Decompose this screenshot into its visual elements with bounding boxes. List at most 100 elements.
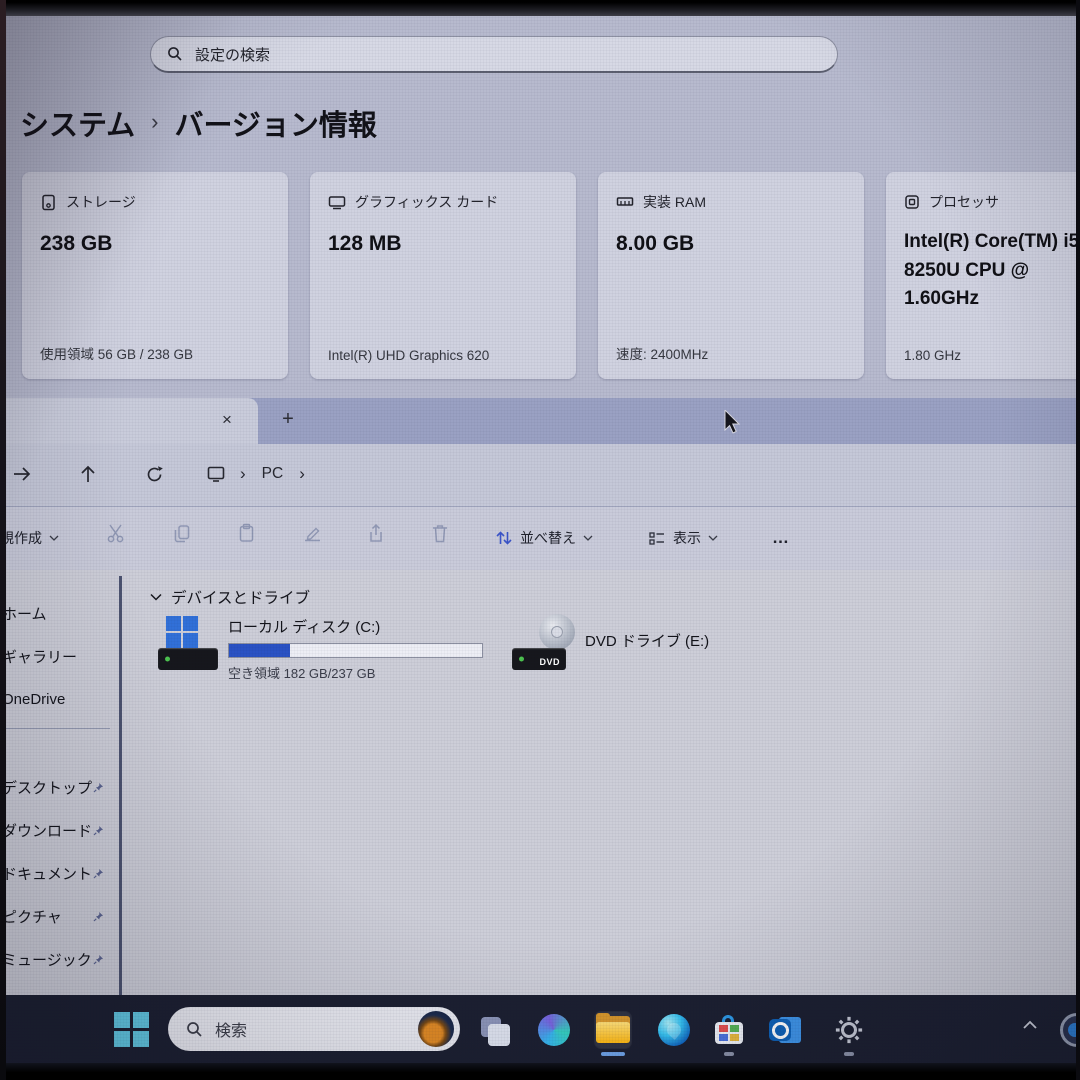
mouse-cursor: [724, 410, 741, 435]
dvd-drive-e-item[interactable]: DVD DVD ドライブ (E:): [507, 612, 727, 678]
file-explorer-active-indicator: [601, 1052, 625, 1056]
taskbar-search[interactable]: 検索: [168, 1007, 460, 1051]
storage-value: 238 GB: [40, 228, 270, 260]
sidebar-item-gallery[interactable]: ギャラリー: [2, 639, 118, 673]
forward-button[interactable]: [6, 458, 38, 490]
view-label: 表示: [673, 528, 701, 548]
new-button-label: 新規作成: [0, 528, 42, 548]
more-icon: …: [772, 528, 789, 548]
gpu-value: 128 MB: [328, 228, 558, 260]
drive-name: ローカル ディスク (C:): [228, 616, 483, 637]
card-title: ストレージ: [66, 192, 136, 212]
rename-icon: [302, 523, 323, 543]
card-title: 実装 RAM: [643, 192, 706, 212]
rename-button[interactable]: [300, 521, 324, 545]
cpu-footer: 1.80 GHz: [904, 348, 961, 363]
tab-close-icon[interactable]: ×: [214, 407, 240, 433]
ram-value: 8.00 GB: [616, 228, 846, 260]
free-space-label: 空き領域 182 GB/237 GB: [228, 663, 483, 682]
new-tab-button[interactable]: +: [274, 406, 302, 434]
dvd-badge: DVD: [539, 657, 560, 667]
explorer-toolbar: 新規作成: [0, 507, 1080, 570]
sidebar-item-onedrive[interactable]: OneDrive: [2, 682, 118, 716]
gear-icon: [834, 1015, 864, 1045]
sidebar-item-music[interactable]: ミュージック: [2, 942, 118, 976]
address-pc[interactable]: PC: [262, 465, 284, 483]
refresh-button[interactable]: [138, 458, 170, 490]
paste-icon: [237, 523, 256, 544]
breadcrumb-chevron-icon: ›: [240, 464, 246, 484]
explorer-main-pane: デバイスとドライブ ローカル ディスク (C:): [122, 570, 1080, 995]
more-button[interactable]: …: [772, 521, 789, 555]
ram-footer: 速度: 2400MHz: [616, 343, 708, 363]
card-title: グラフィックス カード: [355, 192, 498, 212]
chevron-down-icon: [583, 535, 593, 541]
task-view-button[interactable]: [476, 1012, 512, 1048]
local-disk-c-item[interactable]: ローカル ディスク (C:) 空き領域 182 GB/237 GB: [158, 612, 498, 678]
explorer-tab[interactable]: ×: [0, 398, 258, 444]
sidebar-item-documents[interactable]: ドキュメント: [2, 856, 118, 890]
view-button[interactable]: 表示: [648, 521, 718, 555]
sort-label: 並べ替え: [520, 528, 576, 548]
pin-icon: [93, 868, 104, 879]
chevron-down-icon: [708, 535, 718, 541]
store-running-indicator: [724, 1052, 734, 1056]
processor-card: プロセッサ Intel(R) Core(TM) i5-8250U CPU @ 1…: [886, 172, 1080, 379]
file-explorer-button[interactable]: [595, 1012, 631, 1048]
screen: 設定の検索 システム › バージョン情報 ストレージ 238 GB 使用領域 5…: [0, 0, 1080, 1080]
copilot-button[interactable]: [536, 1012, 572, 1048]
taskbar-search-label: 検索: [215, 1017, 406, 1041]
delete-button[interactable]: [428, 521, 452, 545]
sidebar-item-videos[interactable]: ビデオ: [2, 985, 118, 995]
outlook-button[interactable]: [767, 1012, 803, 1048]
devices-section-header[interactable]: デバイスとドライブ: [150, 586, 310, 608]
file-explorer-icon: [596, 1016, 630, 1044]
edge-button[interactable]: [656, 1012, 692, 1048]
settings-button[interactable]: [831, 1012, 867, 1048]
gpu-icon: [328, 195, 346, 210]
new-button[interactable]: 新規作成: [0, 521, 59, 555]
cpu-icon: [904, 194, 920, 210]
pin-icon: [93, 911, 104, 922]
sort-button[interactable]: 並べ替え: [495, 521, 593, 555]
store-icon: [714, 1015, 744, 1045]
settings-running-indicator: [844, 1052, 854, 1056]
sidebar-item-downloads[interactable]: ダウンロード: [2, 813, 118, 847]
search-icon: [186, 1021, 203, 1038]
sidebar-item-pictures[interactable]: ピクチャ: [2, 899, 118, 933]
sidebar-item-home[interactable]: ホーム: [2, 596, 118, 630]
storage-footer: 使用領域 56 GB / 238 GB: [40, 343, 193, 363]
paste-button[interactable]: [234, 521, 258, 545]
search-icon: [167, 46, 183, 62]
start-button[interactable]: [114, 1012, 150, 1048]
copy-button[interactable]: [170, 521, 194, 545]
sidebar-item-desktop[interactable]: デスクトップ: [2, 770, 118, 804]
settings-search-placeholder: 設定の検索: [195, 44, 270, 65]
capacity-bar: [228, 643, 483, 658]
cut-icon: [106, 523, 127, 544]
cut-button[interactable]: [104, 521, 128, 545]
this-pc-icon: [206, 465, 226, 483]
explorer-nav-bar: › PC ›: [0, 444, 1080, 507]
pin-icon: [93, 825, 104, 836]
trash-icon: [430, 523, 450, 544]
pin-icon: [93, 782, 104, 793]
storage-icon: [40, 194, 57, 211]
address-breadcrumb[interactable]: › PC ›: [206, 458, 305, 490]
store-button[interactable]: [711, 1012, 747, 1048]
copy-icon: [172, 523, 192, 544]
search-highlight-image[interactable]: [418, 1011, 454, 1047]
graphics-card: グラフィックス カード 128 MB Intel(R) UHD Graphics…: [310, 172, 576, 379]
ram-card: 実装 RAM 8.00 GB 速度: 2400MHz: [598, 172, 864, 379]
card-title: プロセッサ: [929, 192, 999, 212]
settings-search-input[interactable]: 設定の検索: [150, 36, 838, 73]
share-button[interactable]: [364, 521, 388, 545]
explorer-tab-bar: × +: [0, 398, 1080, 444]
up-button[interactable]: [72, 458, 104, 490]
page-title: バージョン情報: [174, 102, 376, 144]
breadcrumb-separator-icon: ›: [151, 109, 158, 135]
chevron-down-icon: [150, 593, 162, 601]
edge-icon: [658, 1014, 690, 1046]
breadcrumb-parent[interactable]: システム: [20, 102, 135, 144]
tray-overflow-button[interactable]: [1022, 1020, 1038, 1030]
